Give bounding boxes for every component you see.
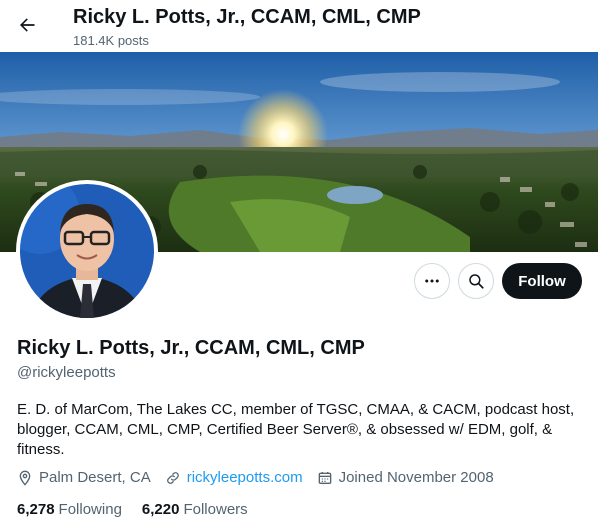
link-icon [166, 471, 179, 484]
more-button[interactable] [414, 263, 450, 299]
location-text: Palm Desert, CA [39, 469, 151, 486]
joined-text: Joined November 2008 [338, 469, 494, 486]
user-handle: @rickyleepotts [17, 364, 116, 381]
profile-meta: Palm Desert, CA rickyleepotts.com Joined… [17, 469, 508, 486]
website-link[interactable]: rickyleepotts.com [187, 469, 303, 486]
avatar-border [16, 180, 158, 322]
followers-label: Followers [183, 501, 248, 518]
followers-stat[interactable]: 6,220 Followers [142, 501, 248, 518]
followers-count: 6,220 [141, 501, 180, 518]
following-label: Following [58, 501, 122, 518]
following-stat[interactable]: 6,278 Following [17, 501, 122, 518]
search-button[interactable] [458, 263, 494, 299]
profile-bio: E. D. of MarCom, The Lakes CC, member of… [17, 401, 575, 458]
post-count: 181.4K posts [73, 33, 149, 48]
following-count: 6,278 [17, 501, 55, 518]
header-title: Ricky L. Potts, Jr., CCAM, CML, CMP [73, 6, 421, 28]
location-pin-icon [19, 470, 31, 486]
joined-item: Joined November 2008 [317, 469, 494, 486]
follow-button[interactable]: Follow [502, 263, 582, 299]
more-icon [425, 279, 439, 283]
back-button[interactable] [10, 8, 44, 42]
display-name: Ricky L. Potts, Jr., CCAM, CML, CMP [17, 337, 365, 359]
website-item[interactable]: rickyleepotts.com [165, 469, 303, 486]
search-icon [469, 274, 484, 289]
location-item: Palm Desert, CA [17, 469, 151, 486]
back-arrow-icon [20, 18, 35, 32]
avatar[interactable] [20, 184, 154, 318]
top-bar: Ricky L. Potts, Jr., CCAM, CML, CMP 181.… [0, 0, 598, 52]
follow-stats: 6,278 Following 6,220 Followers [17, 501, 268, 518]
calendar-icon [318, 471, 331, 484]
